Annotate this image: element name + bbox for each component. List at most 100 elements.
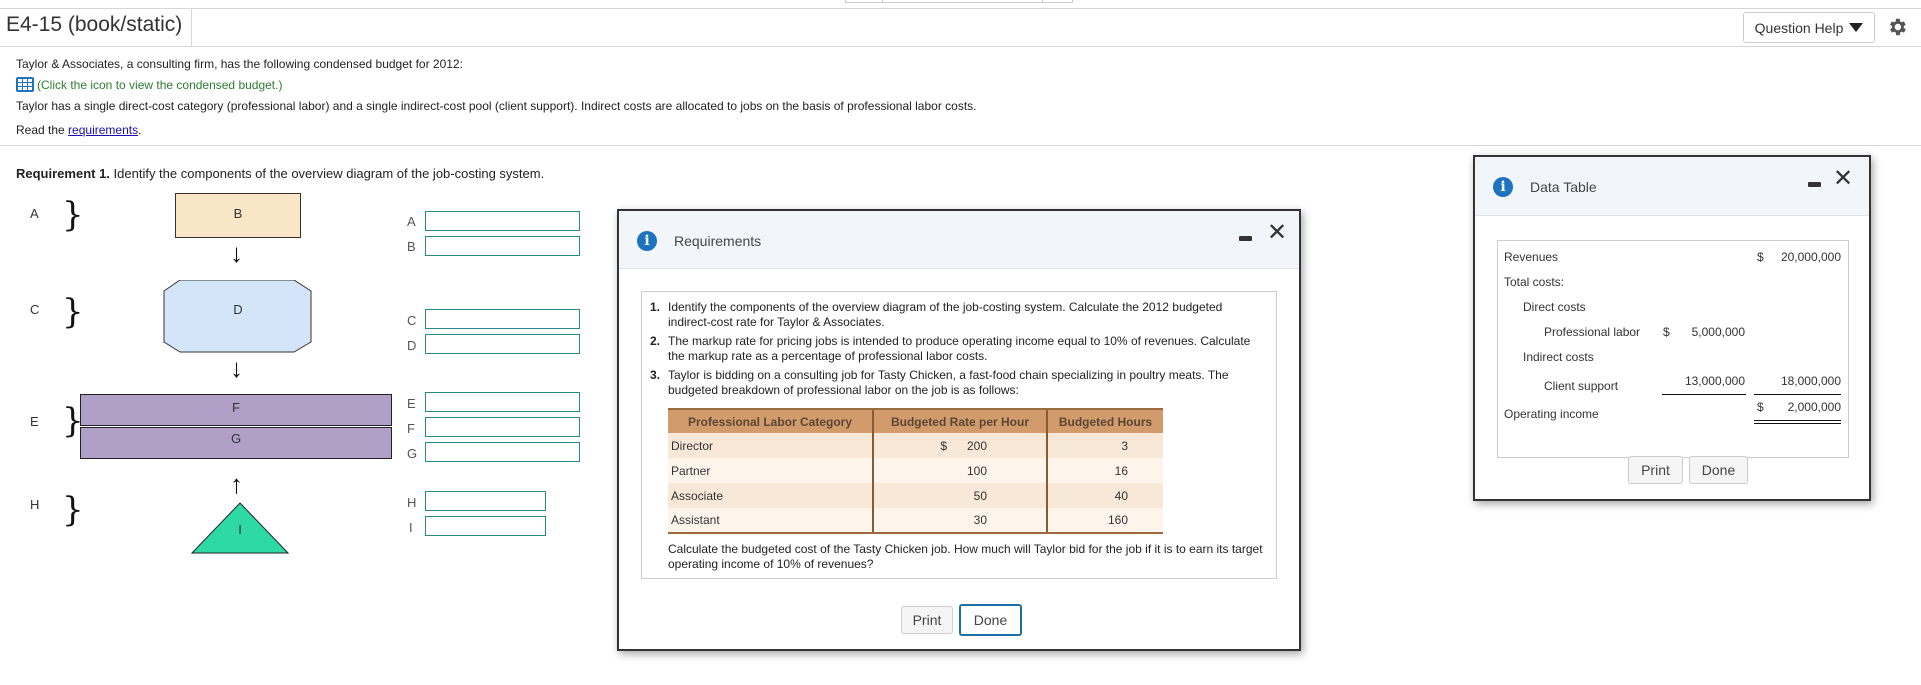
done-button[interactable]: Done xyxy=(1689,456,1748,484)
hours-cell: 3 xyxy=(1046,433,1163,458)
question-help-label: Question Help xyxy=(1754,19,1844,36)
requirement-text: Identify the components of the overview … xyxy=(109,166,545,181)
requirement-item: 2. The markup rate for pricing jobs is i… xyxy=(650,334,1265,364)
divider xyxy=(0,8,1921,9)
requirement-item: 3. Taylor is bidding on a consulting job… xyxy=(650,368,1265,398)
currency-symbol: $ xyxy=(1757,250,1764,264)
currency-symbol: $ xyxy=(1757,400,1764,414)
brace-label-e: E xyxy=(30,414,39,429)
answer-input-b[interactable] xyxy=(425,236,580,256)
brace-h: } xyxy=(62,490,84,530)
budget-link[interactable]: (Click the icon to view the condensed bu… xyxy=(16,77,282,92)
read-suffix: . xyxy=(138,123,142,137)
requirement-text: Taylor is bidding on a consulting job fo… xyxy=(668,368,1229,397)
row-label: Total costs: xyxy=(1504,275,1565,289)
shape-i-label: I xyxy=(238,522,242,537)
minimize-icon[interactable] xyxy=(1808,182,1821,187)
table-row: Director $200 3 xyxy=(668,433,1163,458)
brace-a: } xyxy=(62,195,84,235)
hours-cell: 16 xyxy=(1046,458,1163,483)
requirements-list: 1. Identify the components of the overvi… xyxy=(650,300,1265,402)
shape-g-label: G xyxy=(230,431,242,446)
row-value: 2,000,000 xyxy=(1787,400,1841,414)
rate-cell: $200 xyxy=(872,433,1047,458)
category-cell: Assistant xyxy=(668,508,873,534)
rate-cell: 30 xyxy=(872,508,1047,534)
category-cell: Partner xyxy=(668,458,873,483)
column-header: Budgeted Hours xyxy=(1046,408,1163,433)
shape-f-label: F xyxy=(232,400,240,415)
answer-input-g[interactable] xyxy=(425,442,580,462)
row-value: 20,000,000 xyxy=(1780,250,1841,264)
table-row: Total costs: xyxy=(1498,275,1848,293)
row-label: Indirect costs xyxy=(1523,350,1594,364)
underline xyxy=(1662,394,1746,395)
question-help-button[interactable]: Question Help xyxy=(1743,12,1875,43)
requirement-text: Identify the components of the overview … xyxy=(668,300,1223,329)
answer-input-a[interactable] xyxy=(425,211,580,231)
gear-icon[interactable] xyxy=(1886,16,1908,38)
caret-down-icon xyxy=(1849,23,1864,32)
divider xyxy=(191,9,192,46)
underline xyxy=(1754,394,1841,395)
answer-input-f[interactable] xyxy=(425,417,580,437)
rate-cell: 100 xyxy=(872,458,1047,483)
answer-label-a: A xyxy=(407,214,416,229)
read-requirements: Read the requirements. xyxy=(16,123,141,137)
answer-input-i[interactable] xyxy=(425,516,546,536)
dialog-title: Requirements xyxy=(674,233,762,249)
brace-label-a: A xyxy=(30,206,39,221)
answer-input-e[interactable] xyxy=(425,392,580,412)
table-row: Indirect costs xyxy=(1498,350,1848,368)
shape-d-label: D xyxy=(233,302,243,317)
category-cell: Associate xyxy=(668,483,873,508)
answer-input-h[interactable] xyxy=(425,491,546,511)
done-button[interactable]: Done xyxy=(959,604,1022,636)
answer-input-d[interactable] xyxy=(425,334,580,354)
read-prefix: Read the xyxy=(16,123,69,137)
answer-label-b: B xyxy=(407,239,416,254)
close-icon[interactable]: ✕ xyxy=(1267,221,1287,245)
hours-cell: 160 xyxy=(1046,508,1163,534)
requirements-content: 1. Identify the components of the overvi… xyxy=(641,291,1277,579)
answer-label-g: G xyxy=(407,446,418,461)
minimize-icon[interactable] xyxy=(1239,236,1252,241)
table-row: Revenues $ 20,000,000 xyxy=(1498,250,1848,268)
divider xyxy=(0,46,1921,47)
table-row: Assistant 30 160 xyxy=(668,508,1163,534)
requirement-heading: Requirement 1. Identify the components o… xyxy=(16,166,544,181)
table-row: Associate 50 40 xyxy=(668,483,1163,508)
row-value: 13,000,000 xyxy=(1684,374,1745,388)
hours-cell: 40 xyxy=(1046,483,1163,508)
brace-label-h: H xyxy=(30,497,40,512)
tab-divider xyxy=(882,0,883,2)
table-grid-icon[interactable] xyxy=(16,77,34,92)
close-icon[interactable]: ✕ xyxy=(1833,167,1853,191)
print-button[interactable]: Print xyxy=(901,606,953,634)
table-row: Operating income $ 2,000,000 xyxy=(1498,400,1848,421)
arrow-down-icon: ↓ xyxy=(230,238,243,268)
budget-link-text[interactable]: (Click the icon to view the condensed bu… xyxy=(37,78,282,92)
currency-symbol: $ xyxy=(1663,325,1670,339)
requirements-link[interactable]: requirements xyxy=(68,123,138,137)
row-label: Direct costs xyxy=(1523,300,1586,314)
answer-label-f: F xyxy=(407,421,415,436)
labor-table: Professional Labor Category Budgeted Rat… xyxy=(668,408,1163,534)
rate-cell: 50 xyxy=(872,483,1047,508)
row-total: 18,000,000 xyxy=(1780,374,1841,388)
tab-divider xyxy=(1042,0,1043,2)
shape-b-label: B xyxy=(233,206,243,221)
dialog-header: i Requirements ✕ xyxy=(619,211,1299,269)
brace-c: } xyxy=(62,292,84,332)
table-row: Professional labor $ 5,000,000 xyxy=(1498,325,1848,343)
row-label: Professional labor xyxy=(1544,325,1641,339)
intro-text: Taylor has a single direct-cost category… xyxy=(16,99,977,113)
requirement-number: 2. xyxy=(650,334,661,348)
row-value: 5,000,000 xyxy=(1691,325,1745,339)
answer-label-e: E xyxy=(407,396,416,411)
column-header: Professional Labor Category xyxy=(668,408,873,433)
data-table-dialog: i Data Table ✕ Revenues $ 20,000,000 Tot… xyxy=(1473,155,1871,501)
answer-input-c[interactable] xyxy=(425,309,580,329)
top-tab-strip xyxy=(845,0,1073,3)
print-button[interactable]: Print xyxy=(1628,456,1683,484)
